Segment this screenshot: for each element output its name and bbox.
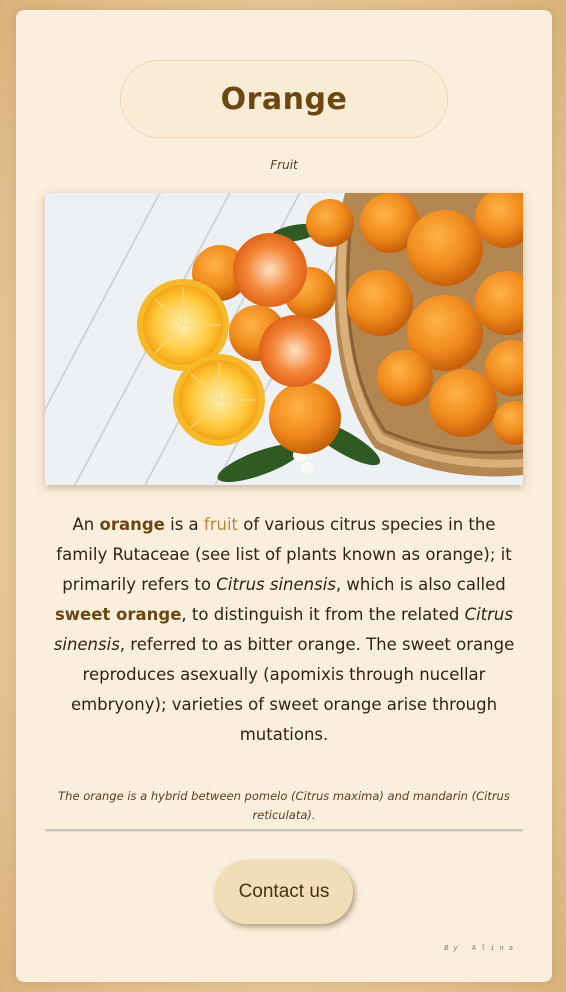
page-title: Orange: [220, 81, 348, 117]
orange-photo-illustration: [45, 193, 523, 485]
sweet-orange-keyword: sweet orange: [54, 605, 182, 624]
divider: [45, 829, 523, 832]
description-text: An orange is a fruit of various citrus s…: [53, 515, 515, 744]
page-subtitle: Fruit: [270, 158, 298, 172]
byline: By Alina: [444, 944, 518, 952]
orange-photo: [45, 193, 523, 485]
fruit-link[interactable]: fruit: [204, 515, 238, 534]
title-pill: Orange: [120, 60, 448, 138]
orange-keyword: orange: [99, 515, 165, 534]
content-card: Orange Fruit An orange is a fruit of var…: [16, 10, 552, 982]
contact-button[interactable]: Contact us: [215, 860, 353, 924]
footnote-text: The orange is a hybrid between pomelo (C…: [58, 789, 510, 822]
